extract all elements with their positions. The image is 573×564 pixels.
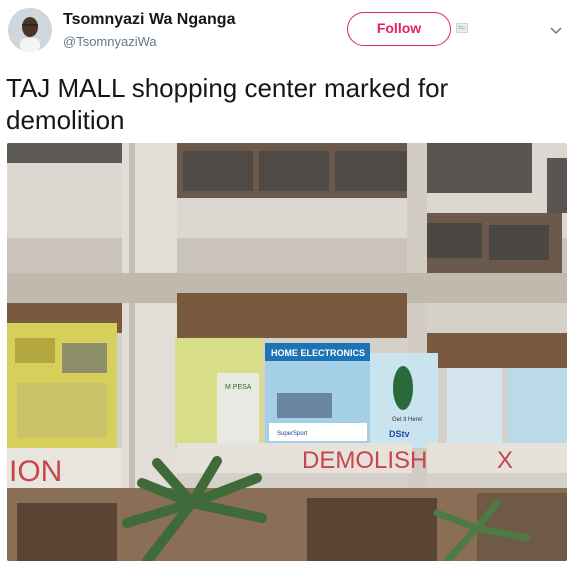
graffiti-x: X bbox=[497, 447, 513, 474]
card-icon bbox=[456, 23, 468, 33]
get-it-here-sign: Get it Here! bbox=[392, 417, 423, 423]
supersport-sign: SuperSport bbox=[277, 431, 308, 437]
chevron-down-icon[interactable] bbox=[550, 24, 562, 36]
mall-building-image: M PESA HOME ELECTRONICS SuperSport Get i… bbox=[7, 143, 567, 561]
graffiti-demolish: DEMOLISH bbox=[302, 447, 427, 474]
graffiti-ion: ION bbox=[9, 455, 62, 488]
mpesa-sign: M PESA bbox=[225, 384, 252, 391]
avatar[interactable] bbox=[8, 8, 52, 52]
home-electronics-sign: HOME ELECTRONICS bbox=[271, 348, 365, 358]
tweet-header: Tsomnyazi Wa Nganga @TsomnyaziWa Follow bbox=[0, 0, 573, 60]
dstv-sign: DStv bbox=[389, 429, 410, 439]
author-name[interactable]: Tsomnyazi Wa Nganga bbox=[63, 11, 235, 29]
tweet-text: TAJ MALL shopping center marked for demo… bbox=[6, 73, 449, 135]
avatar-image bbox=[8, 8, 52, 52]
author-handle[interactable]: @TsomnyaziWa bbox=[63, 34, 157, 49]
follow-button[interactable]: Follow bbox=[347, 12, 451, 46]
tweet-photo[interactable]: M PESA HOME ELECTRONICS SuperSport Get i… bbox=[7, 143, 567, 561]
